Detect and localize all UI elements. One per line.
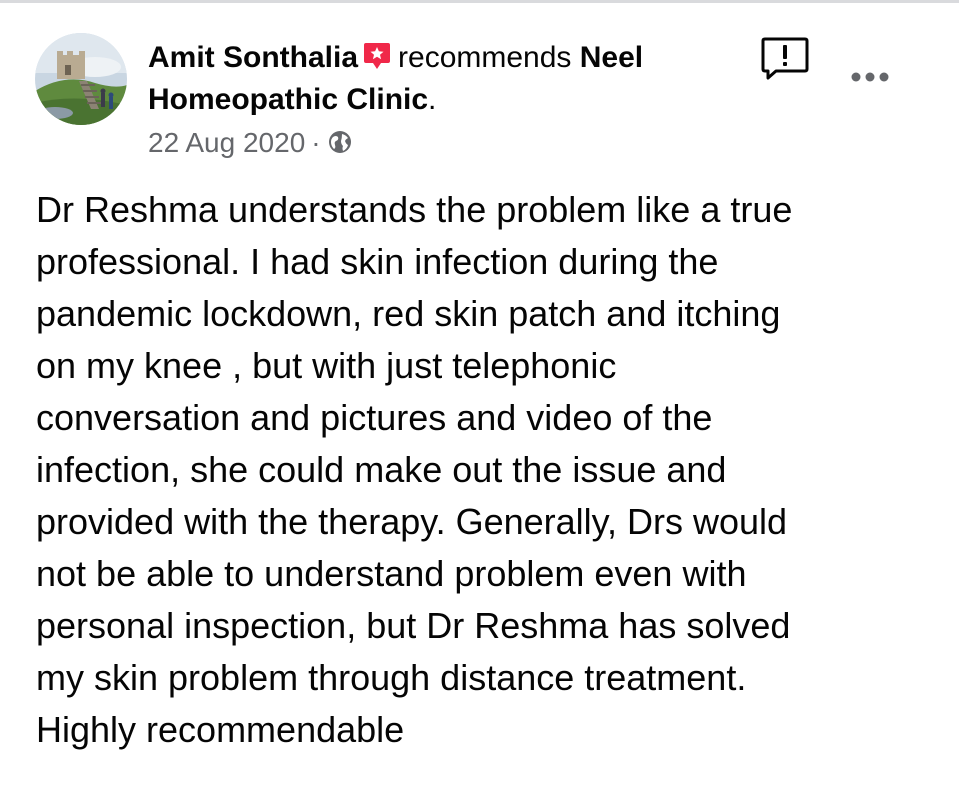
- post-body-line: on my knee , but with just telephonic: [36, 345, 617, 386]
- recommends-label: recommends: [398, 41, 572, 74]
- page-name-part-2[interactable]: Homeopathic Clinic: [148, 83, 428, 116]
- header-period: .: [428, 83, 437, 116]
- report-icon: [761, 37, 809, 80]
- post-body-line: Highly recommendable: [36, 709, 405, 750]
- post-header-line-1: Amit Sonthalia recommends Neel: [148, 40, 643, 80]
- post-body-line: provided with the therapy. Generally, Dr…: [36, 501, 788, 542]
- post-body-line: conversation and pictures and video of t…: [36, 397, 713, 438]
- more-options-icon: [851, 72, 889, 82]
- globe-icon: [327, 129, 353, 163]
- recommend-star-icon: [362, 41, 392, 80]
- post-header-line-2: Homeopathic Clinic.: [148, 82, 436, 118]
- post-body-line: Dr Reshma understands the problem like a…: [36, 189, 793, 230]
- post-body-line: professional. I had skin infection durin…: [36, 241, 719, 282]
- post-date[interactable]: 22 Aug 2020: [148, 127, 305, 158]
- post-meta: 22 Aug 2020 ·: [148, 126, 353, 163]
- author-avatar[interactable]: [35, 33, 127, 125]
- meta-separator: ·: [311, 127, 321, 158]
- post-body-line: pandemic lockdown, red skin patch and it…: [36, 293, 781, 334]
- post-body: Dr Reshma understands the problem like a…: [36, 184, 916, 756]
- post-body-line: my skin problem through distance treatme…: [36, 657, 747, 698]
- castle-photo-avatar: [35, 33, 127, 125]
- author-name[interactable]: Amit Sonthalia: [148, 41, 358, 74]
- report-button[interactable]: [760, 36, 810, 82]
- post-body-line: infection, she could make out the issue …: [36, 449, 727, 490]
- post-body-line: not be able to understand problem even w…: [36, 553, 747, 594]
- page-name-part-1[interactable]: Neel: [580, 41, 643, 74]
- more-options-button[interactable]: [846, 62, 894, 92]
- post-body-line: personal inspection, but Dr Reshma has s…: [36, 605, 791, 646]
- recommendation-post: Amit Sonthalia recommends Neel Homeopath…: [0, 0, 959, 808]
